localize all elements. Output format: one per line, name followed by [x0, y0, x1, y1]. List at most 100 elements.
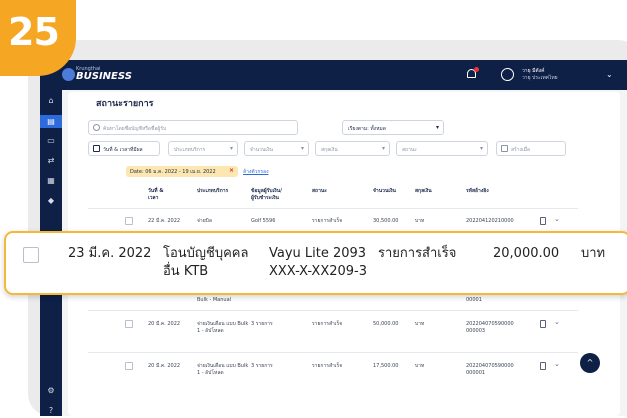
chevron-down-icon[interactable]: ⌄: [554, 360, 560, 368]
header-divider: [88, 208, 578, 209]
header-status[interactable]: สถานะ: [312, 188, 327, 195]
row-type: จ่ายเงินเดือน แบบ Bulk 1 - อัปโหลด: [197, 321, 249, 334]
row-amount: 30,500.00: [373, 218, 399, 224]
bookmark-icon[interactable]: [540, 320, 546, 328]
calendar-icon: [93, 145, 100, 152]
notification-button[interactable]: [465, 67, 479, 81]
status-placeholder: สถานะ: [402, 147, 417, 153]
status-select[interactable]: สถานะ ▾: [396, 141, 488, 156]
currency-placeholder: สกุลเงิน: [321, 147, 338, 153]
transactions-icon[interactable]: ▤: [40, 115, 62, 128]
chevron-up-icon: ^: [586, 358, 594, 367]
user-avatar-icon[interactable]: [501, 68, 514, 81]
row-date: 22 มี.ค. 2022: [148, 218, 181, 224]
service-type-select[interactable]: ประเภทบริการ ▾: [168, 141, 238, 156]
bookmark-icon[interactable]: [540, 217, 546, 225]
service-type-placeholder: ประเภทบริการ: [174, 147, 206, 153]
reset-filter-link[interactable]: ล้างตัวกรอง: [243, 168, 269, 176]
header-date[interactable]: วันที่ & เวลา: [148, 188, 164, 202]
chevron-down-icon: ▾: [300, 145, 304, 152]
date-filter-button[interactable]: วันที่ & เวลาที่มีผล: [88, 141, 160, 156]
page-title: สถานะรายการ: [96, 99, 154, 109]
row-amount: 20,000.00: [493, 246, 560, 261]
search-placeholder: ค้นหาโดยชื่อบัญชีหรือชื่อผู้รับ: [103, 126, 167, 132]
user-menu-chevron-icon[interactable]: ⌄: [606, 70, 613, 79]
row-checkbox[interactable]: [125, 362, 133, 370]
row-amount: 17,500.00: [373, 363, 399, 369]
help-icon[interactable]: ?: [40, 404, 62, 416]
chevron-down-icon: ▾: [479, 145, 483, 152]
row-type: จ่ายบิล: [197, 218, 212, 224]
row-ref-line1: 202204070590000: [466, 321, 514, 327]
row-currency: บาท: [415, 321, 425, 327]
row-payee: Vayu Lite 2093 XXX-X-XX209-3: [269, 245, 367, 281]
calendar-icon: [501, 145, 508, 152]
row-ref-line1: 202204070590000: [466, 363, 514, 369]
row-ref: 00001: [466, 297, 482, 303]
row-status: รายการสำเร็จ: [312, 321, 343, 327]
search-input[interactable]: ค้นหาโดยชื่อบัญชีหรือชื่อผู้รับ: [88, 120, 298, 135]
row-divider: [88, 352, 578, 353]
row-type-line2: อื่น KTB: [163, 264, 209, 279]
logo-icon: [62, 68, 75, 81]
amount-placeholder: จำนวนเงิน: [250, 147, 273, 153]
sort-label: เรียงตาม: ทั้งหมด: [348, 126, 386, 132]
scroll-to-top-button[interactable]: ^: [580, 353, 600, 373]
chevron-down-icon: ▾: [229, 145, 233, 152]
chevron-down-icon: ▾: [435, 124, 439, 131]
top-bar: Krungthai BUSINESS วายุ มีตังค์ วายุ ประ…: [40, 60, 627, 90]
row-currency: บาท: [415, 363, 425, 369]
header-payee[interactable]: ข้อมูลผู้รับเงิน/ผู้รับชำระเงิน: [251, 188, 282, 202]
row-checkbox[interactable]: [125, 320, 133, 328]
header-payee-line1: ข้อมูลผู้รับเงิน/: [251, 188, 282, 194]
tag-icon[interactable]: ◆: [40, 194, 62, 207]
notification-dot: [474, 67, 479, 72]
row-date: 20 มี.ค. 2022: [148, 321, 181, 327]
step-badge: 25: [0, 0, 76, 76]
logo-text: BUSINESS: [76, 71, 132, 82]
home-icon[interactable]: ⌂: [40, 94, 62, 107]
chevron-down-icon[interactable]: ⌄: [554, 215, 560, 223]
created-date-filter[interactable]: สร้างเมื่อ: [496, 141, 566, 156]
currency-select[interactable]: สกุลเงิน ▾: [315, 141, 390, 156]
row-ref: 202204070590000 000003: [466, 321, 514, 335]
row-amount: 50,000.00: [373, 321, 399, 327]
row-checkbox[interactable]: [125, 217, 133, 225]
bookmark-icon[interactable]: [540, 362, 546, 370]
date-filter-chip: Date: 06 ม.ค. 2022 - 19 เม.ย. 2022 ×: [126, 166, 238, 177]
row-status: รายการสำเร็จ: [378, 246, 457, 261]
header-type[interactable]: ประเภทบริการ: [197, 188, 228, 195]
screenshot-stage: 25 Krungthai BUSINESS วายุ มีตังค์ วายุ …: [0, 0, 627, 418]
row-ref-line2: 000003: [466, 328, 486, 334]
row-status: รายการสำเร็จ: [312, 218, 343, 224]
highlighted-row-callout: 23 มี.ค. 2022 โอนบัญชีบุคคลอื่น KTB Vayu…: [4, 231, 627, 295]
row-ref: 202204120210000: [466, 218, 514, 224]
row-checkbox[interactable]: [23, 247, 39, 263]
row-type-line1: โอนบัญชีบุคคล: [163, 246, 249, 261]
chip-text: Date: 06 ม.ค. 2022 - 19 เม.ย. 2022: [130, 169, 216, 175]
close-icon[interactable]: ×: [229, 167, 234, 174]
row-currency: บาท: [581, 246, 606, 261]
date-filter-label: วันที่ & เวลาที่มีผล: [103, 147, 143, 153]
chevron-down-icon[interactable]: ⌄: [554, 318, 560, 326]
sort-select[interactable]: เรียงตาม: ทั้งหมด ▾: [342, 120, 444, 135]
wallet-icon[interactable]: ▭: [40, 134, 62, 147]
row-date: 20 มี.ค. 2022: [148, 363, 181, 369]
header-currency[interactable]: สกุลเงิน: [415, 188, 432, 195]
header-ref[interactable]: รหัสอ้างอิง: [466, 188, 489, 195]
row-payee: 3 รายการ: [251, 321, 273, 327]
row-date: 23 มี.ค. 2022: [68, 246, 152, 261]
row-type: Bulk - Manual: [197, 297, 232, 303]
bill-icon[interactable]: ▦: [40, 174, 62, 187]
created-placeholder: สร้างเมื่อ: [511, 147, 530, 153]
search-icon: [93, 124, 100, 131]
transfer-icon[interactable]: ⇄: [40, 154, 62, 167]
header-date-line1: วันที่ &: [148, 188, 164, 194]
user-company: วายุ ประเทศไทย: [522, 75, 558, 81]
chevron-down-icon: ▾: [381, 145, 385, 152]
settings-icon[interactable]: ⚙: [40, 384, 62, 397]
amount-select[interactable]: จำนวนเงิน ▾: [244, 141, 309, 156]
row-payee-line2: XXX-X-XX209-3: [269, 264, 368, 279]
row-payee: Golf 5596: [251, 218, 276, 224]
header-amount[interactable]: จำนวนเงิน: [373, 188, 396, 195]
